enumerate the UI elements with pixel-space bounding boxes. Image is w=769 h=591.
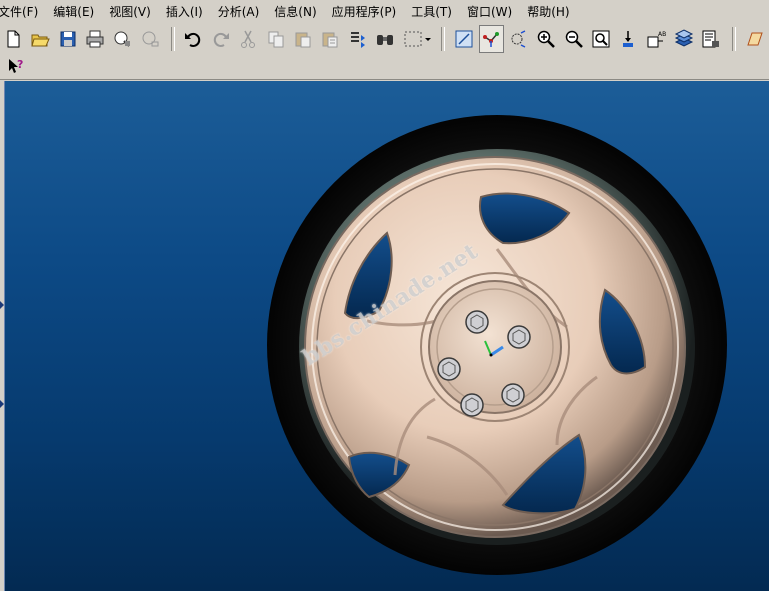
redo-icon xyxy=(213,32,229,47)
model-tree-icon xyxy=(702,30,719,48)
send-button[interactable] xyxy=(110,25,135,53)
find-button[interactable] xyxy=(373,25,398,53)
zoom-out-button[interactable] xyxy=(561,25,586,53)
toolbar-separator xyxy=(731,27,736,51)
open-button[interactable] xyxy=(27,25,52,53)
regenerate-button[interactable] xyxy=(345,25,370,53)
hub xyxy=(428,280,562,414)
menu-bar: 文件(F) 编辑(E) 视图(V) 插入(I) 分析(A) 信息(N) 应用程序… xyxy=(0,0,769,22)
context-help-button[interactable]: ? xyxy=(3,55,29,77)
refit-icon xyxy=(592,30,610,48)
graphics-viewport[interactable]: bbs.chinade.net xyxy=(5,81,769,591)
cut-icon xyxy=(241,30,256,48)
copy-button[interactable] xyxy=(263,25,288,53)
select-box-button[interactable] xyxy=(400,25,433,53)
save-button[interactable] xyxy=(55,25,80,53)
spin-center-icon xyxy=(483,32,500,47)
redraw-icon xyxy=(455,30,473,48)
model-tree-button[interactable] xyxy=(698,25,723,53)
redo-button[interactable] xyxy=(208,25,233,53)
toolbar-separator xyxy=(170,27,175,51)
spin-center-button[interactable] xyxy=(478,25,505,53)
menu-window[interactable]: 窗口(W) xyxy=(467,3,519,20)
secondary-toolbar: ? xyxy=(0,55,769,80)
close-window-icon xyxy=(142,31,159,47)
copy-icon xyxy=(268,31,284,48)
send-icon xyxy=(114,31,131,47)
paste-special-button[interactable] xyxy=(318,25,343,53)
open-icon xyxy=(31,34,50,47)
refit-button[interactable] xyxy=(589,25,614,53)
undo-icon xyxy=(185,32,201,47)
new-icon xyxy=(7,30,20,48)
saved-views-button[interactable]: AB xyxy=(643,25,668,53)
menu-analysis[interactable]: 分析(A) xyxy=(218,3,267,20)
menu-edit[interactable]: 编辑(E) xyxy=(53,3,101,20)
menu-help[interactable]: 帮助(H) xyxy=(527,3,576,20)
zoom-in-icon xyxy=(538,30,556,48)
orient-icon xyxy=(511,30,526,48)
toolbar-separator xyxy=(441,27,446,51)
menu-insert[interactable]: 插入(I) xyxy=(166,3,210,20)
undo-button[interactable] xyxy=(181,25,206,53)
select-box-icon xyxy=(404,31,431,47)
save-icon xyxy=(60,31,76,47)
zoom-in-button[interactable] xyxy=(534,25,559,53)
main-toolbar: AB xyxy=(0,23,769,55)
find-icon xyxy=(377,35,394,45)
cut-button[interactable] xyxy=(235,25,260,53)
paste-icon xyxy=(295,32,311,48)
layers-icon xyxy=(674,29,693,47)
svg-text:?: ? xyxy=(17,58,23,71)
print-button[interactable] xyxy=(82,25,107,53)
redraw-button[interactable] xyxy=(451,25,476,53)
svg-text:AB: AB xyxy=(658,31,666,38)
context-help-icon: ? xyxy=(9,58,23,73)
paste-special-icon xyxy=(322,32,338,48)
layers-button[interactable] xyxy=(671,25,696,53)
regenerate-icon xyxy=(350,32,365,48)
saved-views-icon: AB xyxy=(647,31,666,48)
paste-button[interactable] xyxy=(290,25,315,53)
close-window-button[interactable] xyxy=(137,25,162,53)
orient-button[interactable] xyxy=(506,25,531,53)
zoom-out-icon xyxy=(565,30,583,48)
view-normal-button[interactable] xyxy=(616,25,641,53)
menu-tools[interactable]: 工具(T) xyxy=(411,3,459,20)
datum-plane-icon xyxy=(747,32,764,46)
datum-plane-button[interactable] xyxy=(742,25,767,53)
view-normal-icon xyxy=(622,31,633,47)
print-icon xyxy=(86,30,104,48)
new-button[interactable] xyxy=(0,25,25,53)
menu-view[interactable]: 视图(V) xyxy=(109,3,158,20)
menu-file[interactable]: 文件(F) xyxy=(0,3,45,20)
menu-applications[interactable]: 应用程序(P) xyxy=(332,3,404,20)
menu-info[interactable]: 信息(N) xyxy=(274,3,323,20)
